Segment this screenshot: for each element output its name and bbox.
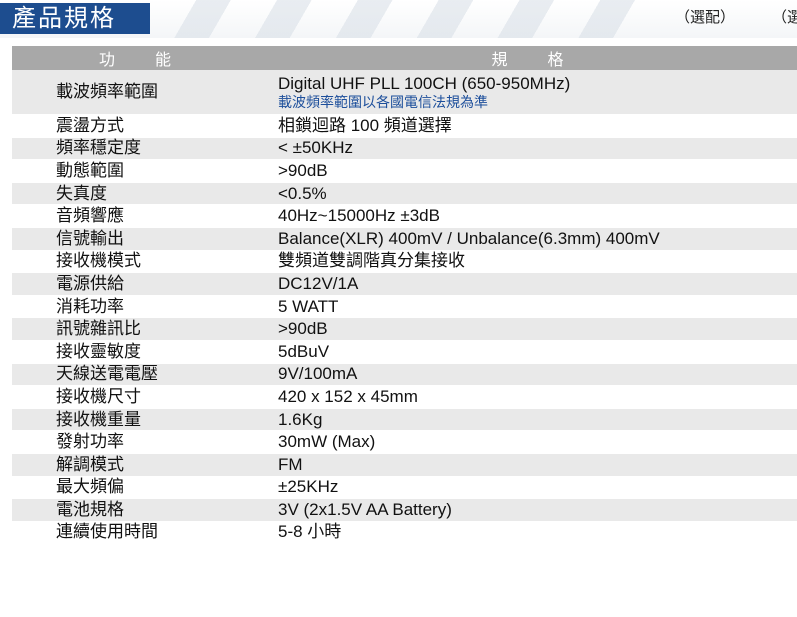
table-row: 訊號雜訊比 >90dB — [12, 317, 797, 341]
optional-label: （選配） — [675, 8, 736, 26]
table-row: 天線送電電壓 9V/100mA — [12, 363, 797, 387]
spec-table: 功 能 規 格 載波頻率範圍 Digital UHF PLL 100CH (65… — [12, 46, 797, 545]
spec-name: 動態範圍 — [12, 159, 270, 183]
spec-name: 震盪方式 — [12, 114, 270, 138]
spec-name: 訊號雜訊比 — [12, 317, 270, 341]
table-row: 電池規格 3V (2x1.5V AA Battery) — [12, 498, 797, 522]
table-row: 接收靈敏度 5dBuV — [12, 340, 797, 364]
spec-note: 載波頻率範圍以各國電信法規為準 — [278, 95, 488, 111]
table-row: 接收機重量 1.6Kg — [12, 408, 797, 432]
spec-name: 載波頻率範圍 — [12, 70, 270, 115]
table-row: 頻率穩定度 < ±50KHz — [12, 137, 797, 161]
spec-name: 解調模式 — [12, 453, 270, 477]
spec-name: 接收機重量 — [12, 408, 270, 432]
table-row: 最大頻偏 ±25KHz — [12, 476, 797, 500]
table-row: 解調模式 FM — [12, 453, 797, 477]
spec-name: 音頻響應 — [12, 204, 270, 228]
table-row: 電源供給 DC12V/1A — [12, 272, 797, 296]
table-row: 接收機模式 雙頻道雙調階真分集接收 — [12, 250, 797, 274]
spec-value: 5dBuV — [270, 340, 797, 364]
spec-value: 420 x 152 x 45mm — [270, 385, 797, 409]
optional-label-cut: （選 — [772, 8, 797, 26]
spec-value: 雙頻道雙調階真分集接收 — [270, 250, 797, 274]
spec-value: < ±50KHz — [270, 137, 797, 161]
spec-value: 3V (2x1.5V AA Battery) — [270, 498, 797, 522]
page-header: 產品規格 （選配） （選 — [0, 0, 797, 38]
spec-name: 最大頻偏 — [12, 476, 270, 500]
spec-value: 相鎖迴路 100 頻道選擇 — [270, 114, 797, 138]
table-row: 接收機尺寸 420 x 152 x 45mm — [12, 385, 797, 409]
column-header-function: 功 能 — [12, 46, 270, 70]
spec-value: Digital UHF PLL 100CH (650-950MHz) 載波頻率範… — [270, 70, 797, 115]
spec-name: 頻率穩定度 — [12, 137, 270, 161]
spec-value: FM — [270, 453, 797, 477]
spec-name: 發射功率 — [12, 430, 270, 454]
spec-value: >90dB — [270, 159, 797, 183]
table-row: 連續使用時間 5-8 小時 — [12, 521, 797, 545]
spec-table-header: 功 能 規 格 — [12, 46, 797, 70]
spec-name: 天線送電電壓 — [12, 363, 270, 387]
table-row: 動態範圍 >90dB — [12, 159, 797, 183]
spec-value: 5 WATT — [270, 295, 797, 319]
spec-value-text: Digital UHF PLL 100CH (650-950MHz) — [278, 74, 571, 93]
spec-name: 消耗功率 — [12, 295, 270, 319]
table-row: 信號輸出 Balance(XLR) 400mV / Unbalance(6.3m… — [12, 227, 797, 251]
table-row: 失真度 <0.5% — [12, 182, 797, 206]
spec-value: <0.5% — [270, 182, 797, 206]
spec-value: 9V/100mA — [270, 363, 797, 387]
page-title: 產品規格 — [0, 3, 150, 34]
spec-name: 接收機模式 — [12, 250, 270, 274]
spec-value: 40Hz~15000Hz ±3dB — [270, 204, 797, 228]
spec-value: 30mW (Max) — [270, 430, 797, 454]
spec-name: 電池規格 — [12, 498, 270, 522]
spec-name: 接收靈敏度 — [12, 340, 270, 364]
spec-name: 信號輸出 — [12, 227, 270, 251]
header-decoration — [150, 0, 650, 38]
spec-value: DC12V/1A — [270, 272, 797, 296]
spec-name: 電源供給 — [12, 272, 270, 296]
table-row: 音頻響應 40Hz~15000Hz ±3dB — [12, 204, 797, 228]
spec-value: >90dB — [270, 317, 797, 341]
spec-name: 接收機尺寸 — [12, 385, 270, 409]
spec-value: 5-8 小時 — [270, 521, 797, 545]
spec-value: 1.6Kg — [270, 408, 797, 432]
table-row: 震盪方式 相鎖迴路 100 頻道選擇 — [12, 114, 797, 138]
spec-name: 連續使用時間 — [12, 521, 270, 545]
spec-value: ±25KHz — [270, 476, 797, 500]
table-row: 消耗功率 5 WATT — [12, 295, 797, 319]
column-header-spec: 規 格 — [270, 46, 797, 70]
table-row: 發射功率 30mW (Max) — [12, 430, 797, 454]
spec-name: 失真度 — [12, 182, 270, 206]
table-row: 載波頻率範圍 Digital UHF PLL 100CH (650-950MHz… — [12, 70, 797, 115]
spec-value: Balance(XLR) 400mV / Unbalance(6.3mm) 40… — [270, 227, 797, 251]
